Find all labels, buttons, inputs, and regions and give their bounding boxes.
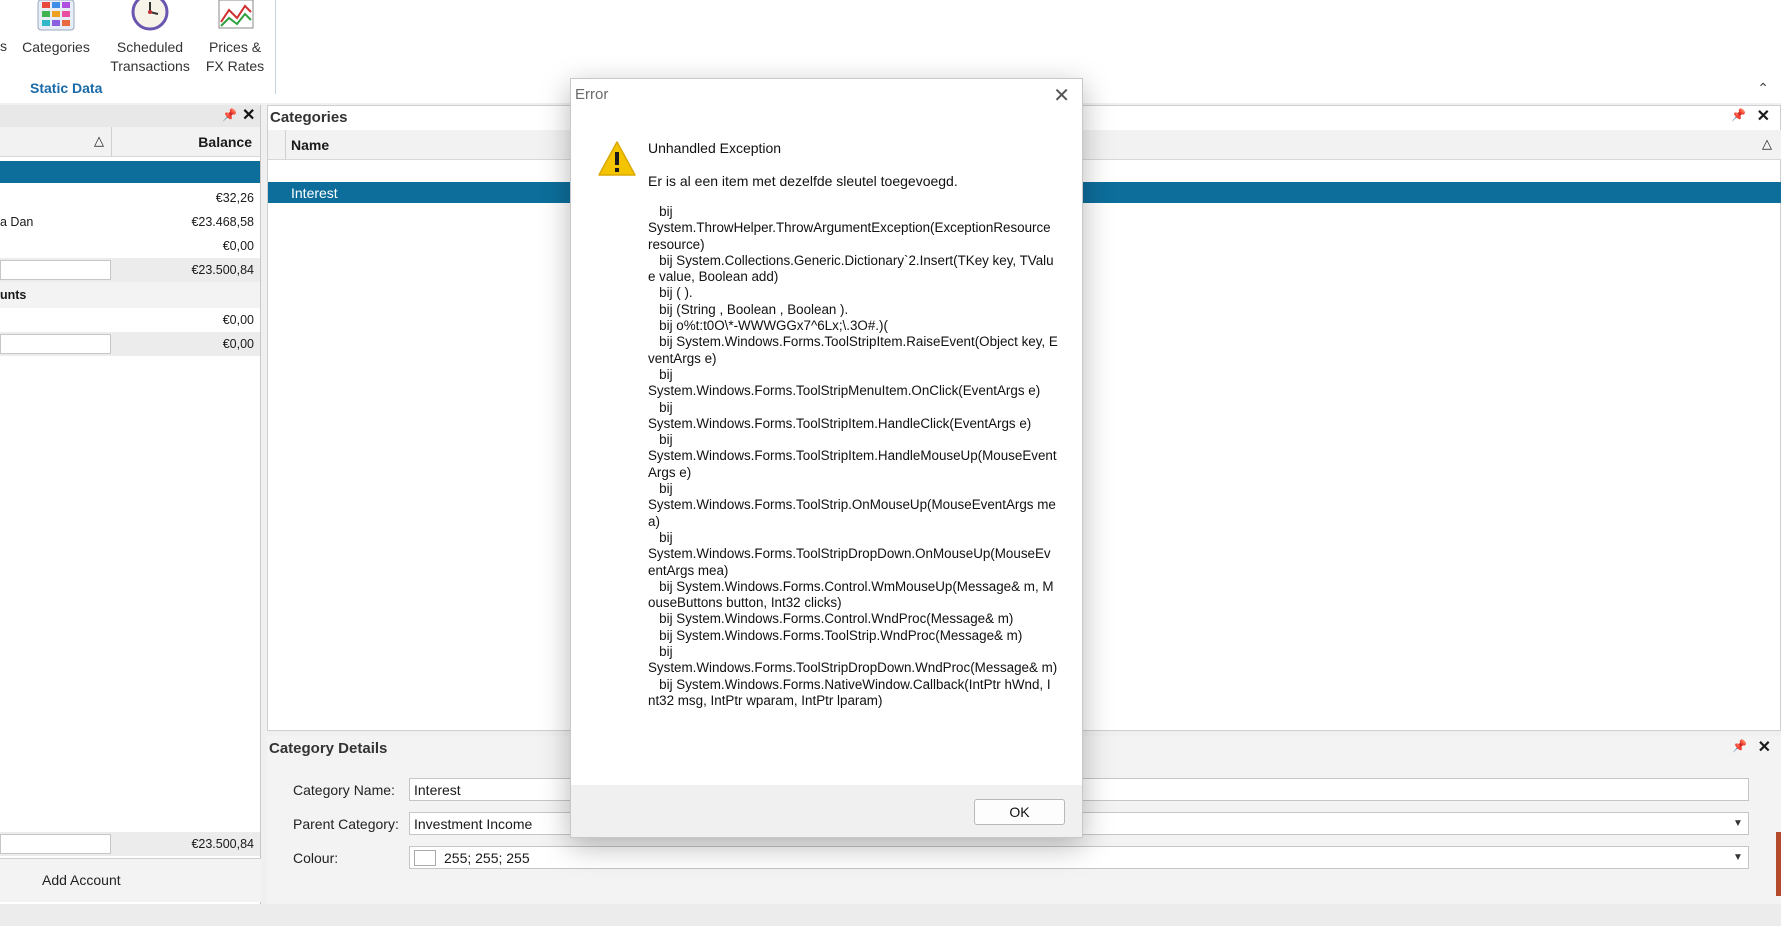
balance-column-header[interactable]: Balance xyxy=(198,134,252,150)
window-edge-fragment xyxy=(1776,832,1781,896)
scheduled-line1: Scheduled xyxy=(116,39,184,55)
categories-button[interactable]: Categories xyxy=(20,0,92,57)
dialog-heading: Unhandled Exception xyxy=(648,140,782,156)
accounts-pane-caption: 📌 ✕ xyxy=(0,105,260,127)
categories-pane-title: Categories xyxy=(270,109,348,126)
error-dialog: Error ✕ Unhandled Exception Er is al een… xyxy=(570,78,1083,838)
column-divider xyxy=(111,127,112,157)
ok-button[interactable]: OK xyxy=(974,799,1065,825)
prices-line2: FX Rates xyxy=(205,58,265,74)
account-row[interactable]: €0,00 xyxy=(0,308,260,332)
name-column-header[interactable]: Name xyxy=(291,137,329,153)
category-name: Interest xyxy=(291,185,338,201)
grand-total-value: €23.500,84 xyxy=(191,837,254,851)
account-name: a Dan xyxy=(0,215,34,229)
scheduled-transactions-button[interactable]: Scheduled Transactions xyxy=(105,0,195,76)
ribbon-separator xyxy=(275,0,276,94)
account-grand-total-row: €23.500,84 xyxy=(0,832,260,856)
add-account-label: Add Account xyxy=(42,872,121,888)
account-subtotal-row: €0,00 xyxy=(0,332,260,356)
account-row[interactable]: a Dan €23.468,58 xyxy=(0,210,260,234)
categories-label: Categories xyxy=(22,39,90,55)
dialog-footer: OK xyxy=(571,785,1082,837)
collapse-ribbon-icon[interactable]: ⌃ xyxy=(1757,80,1769,97)
pin-icon[interactable]: 📌 xyxy=(1732,739,1747,753)
prices-line1: Prices & xyxy=(208,39,262,55)
prices-chart-icon xyxy=(218,0,254,29)
status-strip xyxy=(0,904,1781,926)
subtotal-value: €23.500,84 xyxy=(191,263,254,277)
close-icon[interactable]: ✕ xyxy=(1053,83,1070,108)
account-group-label: unts xyxy=(0,288,27,302)
accounts-grid-header: △ Balance xyxy=(0,127,260,157)
subtotal-value: €0,00 xyxy=(222,337,254,351)
accounts-pane: 📌 ✕ △ Balance €32,26 a Dan €23.468,58 €0… xyxy=(0,105,261,905)
account-balance: €0,00 xyxy=(222,239,254,253)
pin-icon[interactable]: 📌 xyxy=(222,108,237,122)
account-subtotal-row: €23.500,84 xyxy=(0,258,260,282)
close-icon[interactable]: ✕ xyxy=(1758,737,1771,757)
account-balance: €0,00 xyxy=(222,313,254,327)
parent-category-value: Investment Income xyxy=(414,816,533,832)
category-details-title: Category Details xyxy=(269,740,388,757)
add-account-button[interactable]: Add Account xyxy=(0,858,261,902)
categories-icon xyxy=(37,0,75,31)
pin-icon[interactable]: 📌 xyxy=(1731,108,1746,122)
stack-trace: bij System.ThrowHelper.ThrowArgumentExce… xyxy=(648,204,1058,708)
dialog-message: Er is al een item met dezelfde sleutel t… xyxy=(648,173,958,189)
dropdown-arrow-icon[interactable]: ▼ xyxy=(1728,847,1748,868)
dropdown-arrow-icon[interactable]: ▼ xyxy=(1728,813,1748,834)
ribbon-partial-label: s xyxy=(0,38,7,54)
parent-category-label: Parent Category: xyxy=(293,816,399,832)
static-data-group-label: Static Data xyxy=(30,80,103,96)
scheduled-line2: Transactions xyxy=(110,58,190,74)
close-icon[interactable]: ✕ xyxy=(1757,106,1770,126)
category-name-value: Interest xyxy=(414,782,461,798)
account-balance: €23.468,58 xyxy=(191,215,254,229)
colour-select[interactable]: 255; 255; 255 ▼ xyxy=(409,846,1749,869)
sort-indicator-icon[interactable]: △ xyxy=(94,133,104,149)
account-group-row-selected[interactable] xyxy=(0,161,260,183)
category-name-label: Category Name: xyxy=(293,782,395,798)
colour-swatch xyxy=(414,850,436,866)
dialog-title: Error xyxy=(575,86,609,103)
account-row[interactable]: €0,00 xyxy=(0,234,260,258)
account-group-row[interactable]: unts xyxy=(0,282,260,308)
sort-indicator-icon[interactable]: △ xyxy=(1762,136,1772,152)
colour-value: 255; 255; 255 xyxy=(444,850,530,866)
close-icon[interactable]: ✕ xyxy=(242,105,255,125)
account-row[interactable]: €32,26 xyxy=(0,186,260,210)
scheduled-clock-icon xyxy=(131,0,169,31)
warning-icon xyxy=(598,141,636,176)
colour-label: Colour: xyxy=(293,850,339,866)
prices-fx-rates-button[interactable]: Prices & FX Rates xyxy=(205,0,265,76)
account-balance: €32,26 xyxy=(215,191,254,205)
